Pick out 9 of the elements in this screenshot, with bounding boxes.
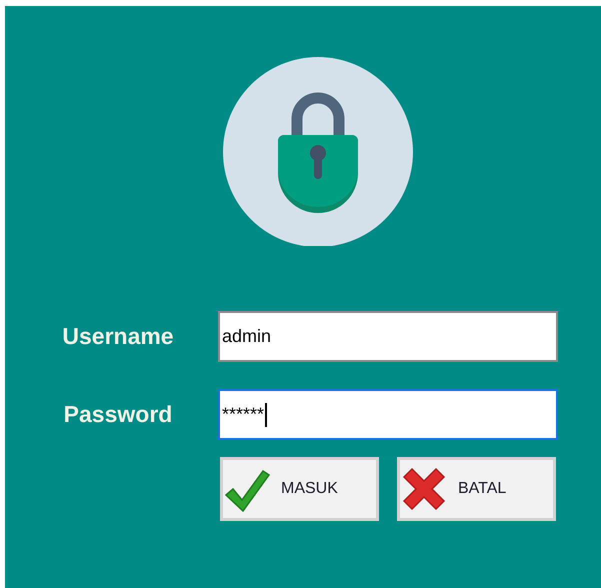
text-cursor (265, 402, 268, 426)
field-label: Username (61, 322, 175, 352)
username-field[interactable]: admin (218, 311, 558, 362)
password-field[interactable]: ****** (218, 389, 558, 440)
field-label: Password (62, 400, 174, 430)
padlock-icon (222, 57, 412, 246)
close-icon (400, 465, 448, 513)
login-button[interactable]: MASUK (220, 457, 379, 521)
cancel-button[interactable]: BATAL (397, 457, 556, 521)
